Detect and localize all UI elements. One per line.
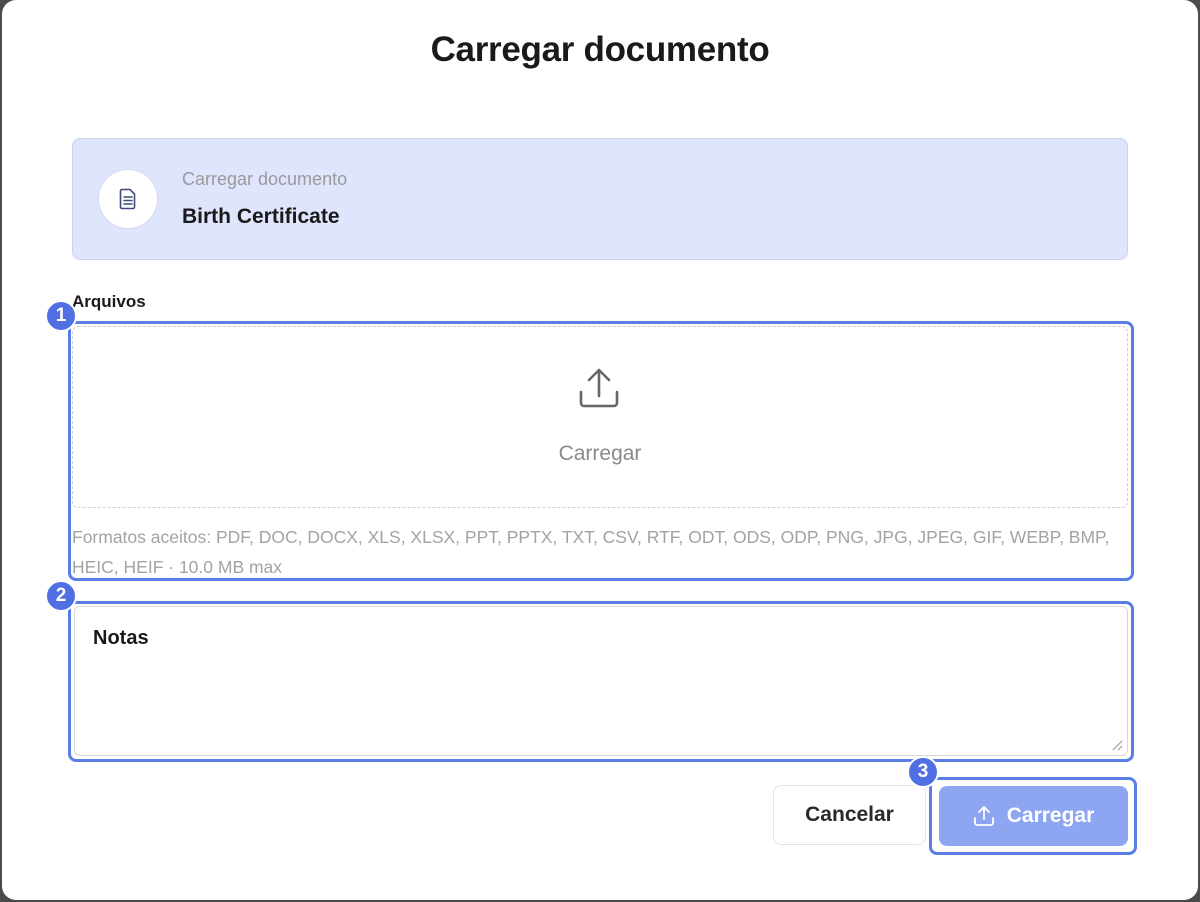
annotation-badge-2: 2 bbox=[45, 580, 77, 612]
annotation-badge-3: 3 bbox=[907, 756, 939, 788]
annotation-badge-1: 1 bbox=[45, 300, 77, 332]
modal-title: Carregar documento bbox=[430, 30, 770, 69]
document-icon bbox=[98, 169, 158, 229]
files-label: Arquivos bbox=[72, 292, 146, 311]
document-card-label: Carregar documento bbox=[182, 169, 348, 189]
annotation-highlight-notes bbox=[68, 601, 1134, 762]
document-name: Birth Certificate bbox=[182, 205, 340, 228]
document-card: Carregar documento Birth Certificate bbox=[72, 138, 1128, 260]
annotation-highlight-files bbox=[68, 321, 1134, 581]
cancel-button[interactable]: Cancelar bbox=[773, 785, 926, 845]
annotation-highlight-upload bbox=[929, 777, 1137, 855]
